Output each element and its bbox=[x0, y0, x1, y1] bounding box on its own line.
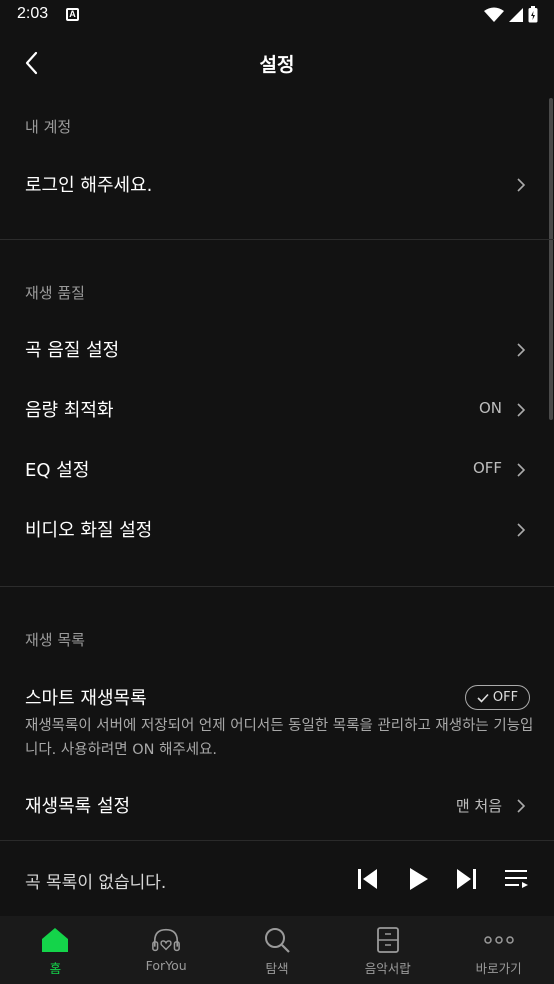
queue-icon bbox=[505, 870, 528, 888]
more-dots-icon bbox=[483, 926, 514, 954]
smart-playlist-description: 재생목록이 서버에 저장되어 언제 어디서든 동일한 목록을 관리하고 재생하는… bbox=[25, 718, 534, 758]
playlist-settings-label: 재생목록 설정 bbox=[25, 796, 131, 817]
nav-search-label: 탐색 bbox=[265, 961, 289, 976]
app-header: 설정 bbox=[0, 30, 554, 96]
login-row[interactable]: 로그인 해주세요. bbox=[0, 157, 554, 213]
wifi-icon bbox=[484, 7, 504, 22]
volume-normalize-value: ON bbox=[478, 399, 502, 417]
section-header-quality: 재생 품질 bbox=[25, 284, 85, 302]
headphones-heart-icon bbox=[151, 926, 181, 954]
bottom-nav: 홈 ForYou 탐색 음악서랍 바로가기 bbox=[0, 916, 554, 984]
nav-drawer[interactable]: 음악서랍 bbox=[332, 916, 443, 984]
volume-normalize-row[interactable]: 음량 최적화 ON bbox=[0, 382, 554, 438]
eq-row[interactable]: EQ 설정 OFF bbox=[0, 442, 554, 498]
divider bbox=[0, 239, 554, 240]
chevron-right-icon bbox=[517, 178, 526, 192]
skip-previous-icon bbox=[358, 869, 377, 889]
nav-foryou-label: ForYou bbox=[145, 958, 187, 973]
smart-playlist-toggle-label: OFF bbox=[492, 690, 519, 705]
playlist-settings-value: 맨 처음 bbox=[455, 797, 502, 815]
chevron-right-icon bbox=[517, 403, 526, 417]
drawer-icon bbox=[373, 926, 403, 954]
smart-playlist-label: 스마트 재생목록 bbox=[25, 688, 147, 709]
battery-icon bbox=[528, 6, 538, 23]
mini-player[interactable]: 곡 목록이 없습니다. bbox=[0, 840, 554, 916]
next-button[interactable] bbox=[452, 865, 480, 893]
nav-shortcut[interactable]: 바로가기 bbox=[443, 916, 554, 984]
notification-icon: A bbox=[66, 8, 79, 21]
status-icons bbox=[484, 6, 538, 23]
eq-value: OFF bbox=[472, 459, 502, 477]
skip-next-icon bbox=[457, 869, 476, 889]
video-quality-row[interactable]: 비디오 화질 설정 bbox=[0, 502, 554, 558]
song-quality-label: 곡 음질 설정 bbox=[25, 340, 120, 361]
chevron-right-icon bbox=[517, 343, 526, 357]
playlist-settings-row[interactable]: 재생목록 설정 맨 처음 bbox=[0, 778, 554, 834]
status-time: 2:03 bbox=[17, 5, 49, 22]
status-bar: 2:03 A bbox=[0, 0, 554, 30]
chevron-right-icon bbox=[517, 799, 526, 813]
nav-shortcut-label: 바로가기 bbox=[475, 961, 522, 976]
smart-playlist-toggle[interactable]: OFF bbox=[465, 685, 530, 710]
play-button[interactable] bbox=[404, 865, 432, 893]
nav-home-label: 홈 bbox=[49, 961, 62, 976]
eq-label: EQ 설정 bbox=[25, 460, 90, 481]
song-quality-row[interactable]: 곡 음질 설정 bbox=[0, 322, 554, 378]
volume-normalize-label: 음량 최적화 bbox=[25, 400, 114, 421]
nav-drawer-label: 음악서랍 bbox=[364, 961, 411, 976]
divider bbox=[0, 586, 554, 587]
video-quality-label: 비디오 화질 설정 bbox=[25, 520, 153, 541]
play-icon bbox=[410, 868, 428, 890]
playlist-button[interactable] bbox=[503, 865, 531, 893]
login-label: 로그인 해주세요. bbox=[25, 175, 153, 196]
nav-home[interactable]: 홈 bbox=[0, 916, 111, 984]
previous-button[interactable] bbox=[354, 865, 382, 893]
signal-icon bbox=[509, 7, 523, 22]
nav-search[interactable]: 탐색 bbox=[222, 916, 333, 984]
section-header-playlist: 재생 목록 bbox=[25, 631, 85, 649]
chevron-right-icon bbox=[517, 523, 526, 537]
mini-player-empty-text: 곡 목록이 없습니다. bbox=[25, 873, 167, 893]
page-title: 설정 bbox=[259, 54, 295, 76]
chevron-right-icon bbox=[517, 463, 526, 477]
section-header-account: 내 계정 bbox=[25, 118, 72, 136]
home-icon bbox=[40, 926, 70, 954]
nav-foryou[interactable]: ForYou bbox=[111, 916, 222, 984]
search-icon bbox=[262, 926, 292, 954]
check-icon bbox=[477, 693, 489, 703]
